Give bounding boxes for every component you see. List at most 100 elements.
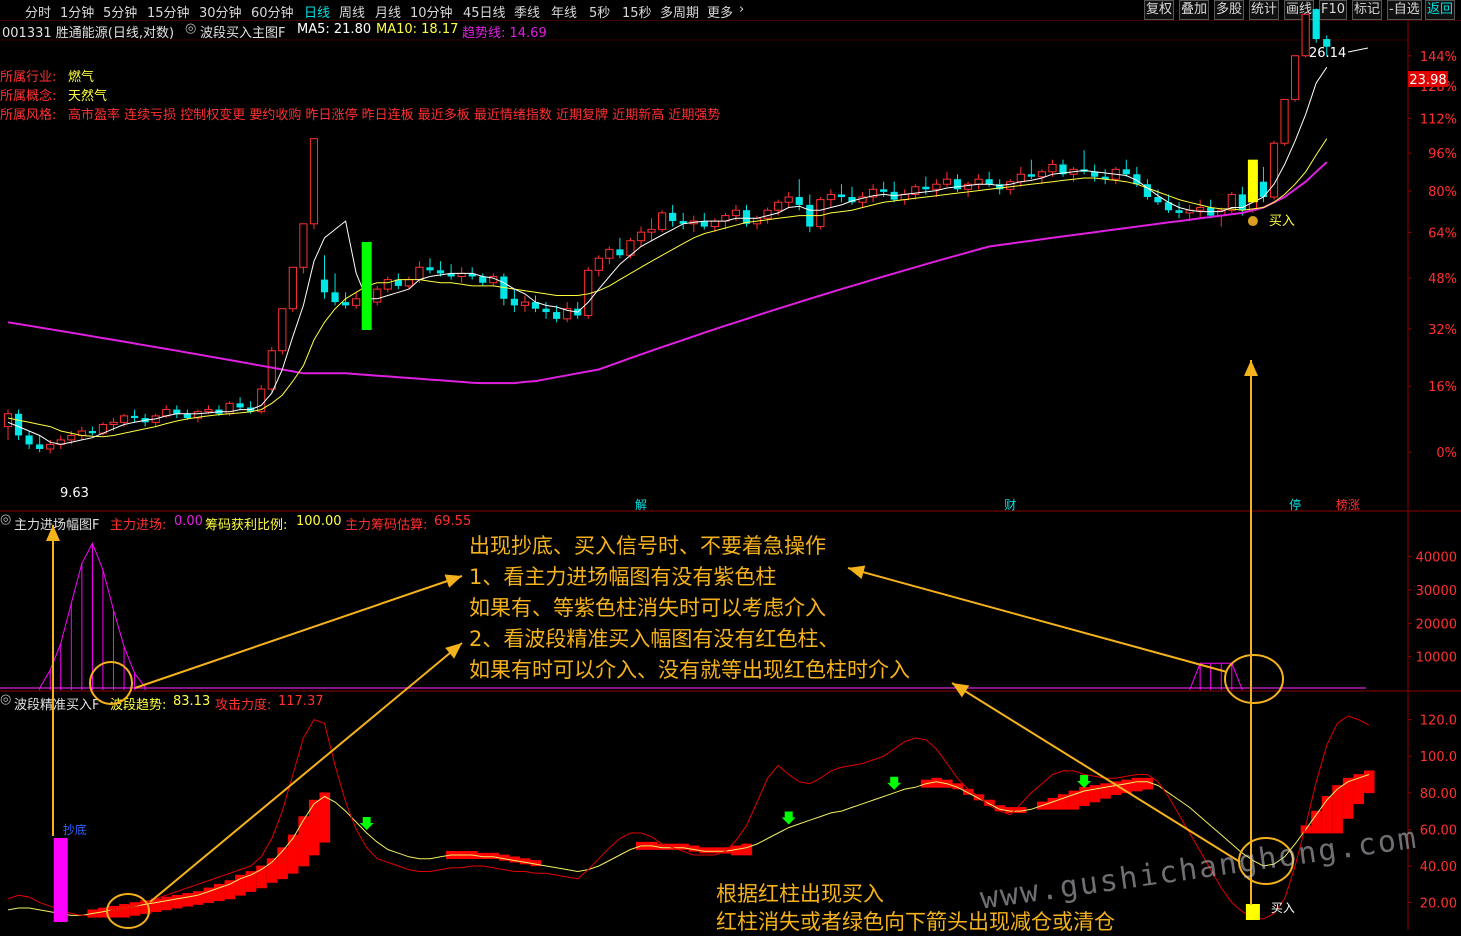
mark-button[interactable]: 标记 — [1352, 0, 1383, 20]
stock-title: 001331 胜通能源(日线,对数) — [2, 26, 175, 41]
red-bar — [984, 799, 995, 806]
candle-body — [900, 193, 909, 201]
y-tick-label: 0% — [1436, 446, 1457, 461]
candle-body — [119, 415, 129, 423]
style-tags[interactable]: 高市盈率 连续亏损 控制权变更 要约收购 昨日涨停 昨日连板 最近多板 最近情绪… — [68, 104, 720, 123]
sub2-title[interactable]: 波段精准买入F — [14, 694, 99, 713]
candle-body — [1291, 55, 1300, 100]
y-tick-label: 120.0 — [1420, 714, 1457, 729]
sub2-toggle-icon[interactable]: ◎ — [0, 692, 11, 707]
period-tab[interactable]: 月线 — [375, 2, 401, 21]
stats-button[interactable]: 统计 — [1249, 0, 1280, 20]
period-tab[interactable]: 分时 — [25, 2, 51, 21]
candle-body — [56, 439, 65, 445]
period-tab[interactable]: 1分钟 — [60, 2, 94, 21]
sub1-c-label: 主力筹码估算: — [345, 518, 428, 533]
watchlist-button[interactable]: -自选 — [1387, 0, 1422, 20]
period-tab-active[interactable]: 日线 — [304, 2, 330, 21]
period-tab[interactable]: 多周期 — [660, 2, 699, 21]
period-tab[interactable]: 5秒 — [589, 2, 610, 21]
period-tab[interactable]: 季线 — [514, 2, 540, 21]
red-bar — [108, 905, 120, 918]
sub2-buy-label: 买入 — [1271, 901, 1295, 915]
indicator-toggle-icon[interactable]: ◎ — [185, 21, 196, 36]
sub1-b-label: 筹码获利比例: — [205, 518, 288, 533]
red-bar — [688, 845, 700, 852]
period-tab[interactable]: 10分钟 — [410, 2, 453, 21]
red-bar — [657, 843, 668, 850]
red-bar — [245, 871, 257, 892]
candle-body — [837, 194, 846, 198]
candle-body — [98, 423, 108, 434]
period-tab[interactable]: 5分钟 — [103, 2, 137, 21]
candle-body — [1185, 209, 1194, 214]
candle-body — [563, 308, 572, 320]
high-price-label: 26.14 — [1309, 46, 1346, 61]
annotation-arrowhead — [445, 643, 462, 659]
candle-body — [605, 248, 614, 259]
candle-body — [288, 266, 297, 310]
draw-line-button[interactable]: 画线 — [1284, 0, 1315, 20]
industry-value[interactable]: 燃气 — [68, 66, 94, 85]
back-button[interactable]: 返回 — [1425, 0, 1456, 20]
fuquan-button[interactable]: 复权 — [1144, 0, 1175, 20]
period-tab[interactable]: 30分钟 — [199, 2, 242, 21]
candle-body — [1175, 210, 1183, 213]
period-tab[interactable]: 更多 — [707, 2, 733, 21]
period-tab[interactable]: 45日线 — [463, 2, 506, 21]
red-bar — [720, 847, 731, 854]
annotation-arrowhead — [848, 565, 866, 579]
red-bar — [97, 907, 109, 918]
candle-body — [394, 279, 402, 286]
annotation-line-1: 出现抄底、买入信号时、不要着急操作 — [469, 534, 826, 558]
candle-body — [162, 409, 171, 417]
stock-chart[interactable]: 144% 128% 112% 96% 80% 64% 48% 32% 16% 0% 40000 300… — [0, 0, 1461, 930]
candle-body — [1080, 169, 1088, 172]
y-tick-label: 60.00 — [1420, 823, 1457, 838]
candle-body — [1069, 168, 1078, 175]
candle-body — [1006, 181, 1015, 190]
industry-label: 所属行业: — [0, 70, 57, 85]
red-bar — [171, 894, 183, 909]
candle-body — [658, 212, 667, 230]
annotation-line-5: 如果有时可以介入、没有就等出现红色柱时介入 — [469, 658, 910, 682]
f10-button[interactable]: F10 — [1319, 0, 1348, 20]
period-tab[interactable]: 60分钟 — [251, 2, 294, 21]
main-indicator-name[interactable]: 波段买入主图F — [200, 22, 285, 41]
period-tab[interactable]: 年线 — [551, 2, 577, 21]
red-bar — [530, 860, 542, 867]
candle-body — [1259, 181, 1268, 198]
red-bar — [1142, 777, 1153, 790]
candle-body — [1196, 207, 1205, 211]
red-bar — [203, 887, 215, 903]
candle-body — [1164, 202, 1173, 211]
ma10-value: MA10: 18.17 — [376, 22, 459, 37]
candle-body — [531, 302, 540, 309]
sub2-a-value: 83.13 — [173, 694, 211, 709]
candle-body — [974, 178, 983, 185]
period-tab[interactable]: 15分钟 — [147, 2, 190, 21]
period-tab[interactable]: 周线 — [339, 2, 365, 21]
red-bar — [678, 843, 689, 850]
red-bar — [182, 893, 193, 907]
red-bar — [1089, 785, 1101, 803]
multi-stock-button[interactable]: 多股 — [1214, 0, 1245, 20]
candle-body — [247, 407, 255, 412]
event-marker: 榜涨 — [1336, 497, 1360, 512]
candle-body — [1207, 207, 1215, 216]
candle-body — [225, 402, 234, 415]
candle-body — [880, 189, 888, 192]
sub1-toggle-icon[interactable]: ◎ — [0, 512, 11, 527]
period-tab[interactable]: 15秒 — [622, 2, 652, 21]
concept-value[interactable]: 天然气 — [68, 85, 107, 104]
candle-body — [963, 183, 973, 190]
red-bar — [931, 777, 942, 788]
red-bar — [1058, 794, 1069, 810]
candle-body — [331, 292, 339, 303]
more-chevron-icon[interactable]: › — [739, 2, 744, 17]
sub1-title[interactable]: 主力进场幅图F — [14, 514, 99, 533]
trend-line — [7, 161, 1328, 385]
candle-body — [77, 430, 86, 436]
red-bar — [1068, 790, 1080, 810]
overlay-button[interactable]: 叠加 — [1179, 0, 1210, 20]
